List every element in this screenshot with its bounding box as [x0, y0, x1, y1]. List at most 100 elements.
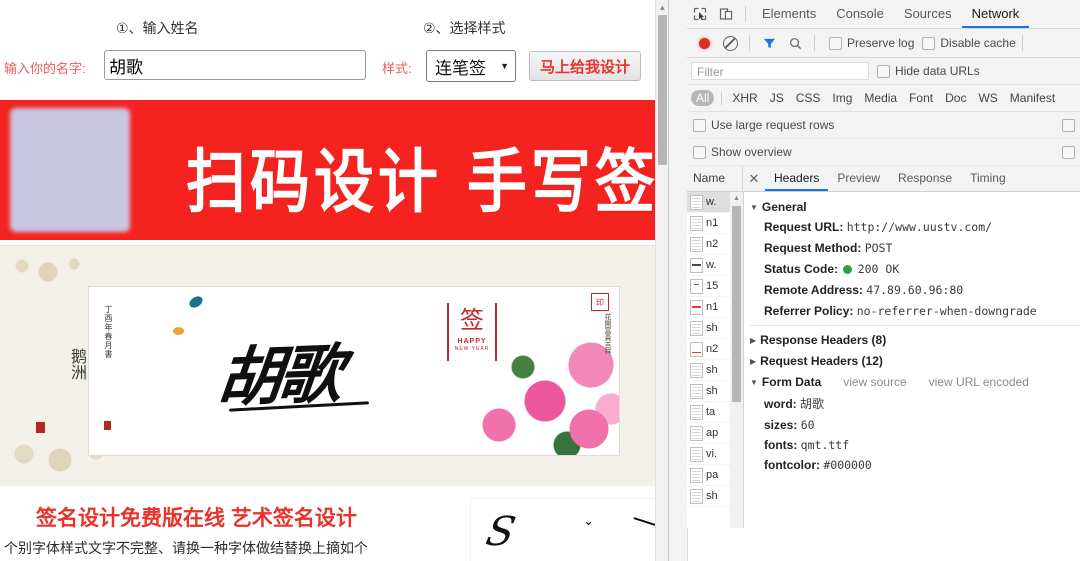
article-signature-thumbnail[interactable]: S ⌄ — [470, 498, 668, 561]
general-referrer-policy-key: Referrer Policy: — [764, 304, 854, 318]
headers-detail-pane: ▼ General Request URL: http://www.uustv.… — [744, 192, 1080, 528]
type-chip-css[interactable]: CSS — [791, 90, 826, 106]
disable-cache-label: Disable cache — [940, 36, 1016, 50]
request-name: ap — [706, 427, 719, 439]
request-list-scroll-up-icon[interactable]: ▲ — [730, 192, 743, 205]
hide-data-urls-label: Hide data URLs — [895, 64, 980, 78]
filter-input[interactable]: Filter — [691, 62, 869, 80]
request-name: n2 — [706, 343, 719, 355]
show-overview-right-box-icon[interactable] — [1062, 146, 1075, 159]
form-data-sizes-value: 60 — [800, 418, 815, 432]
network-body: w. n1 n2 w. 15 n1 sh n2 sh sh ta ap vi. pa sh ▲ ▼ Gene… — [687, 192, 1080, 528]
tab-elements[interactable]: Elements — [752, 0, 826, 28]
request-type-icon — [690, 257, 703, 273]
general-status-code-value: 200 OK — [857, 262, 900, 276]
request-list-scroll-thumb[interactable] — [732, 206, 741, 402]
tab-sources[interactable]: Sources — [894, 0, 962, 28]
name-column-header[interactable]: Name — [687, 166, 743, 191]
type-chip-img[interactable]: Img — [827, 90, 857, 106]
device-toolbar-icon[interactable] — [713, 1, 739, 27]
general-referrer-policy-value: no-referrer-when-downgrade — [856, 304, 1037, 318]
detail-divider — [750, 325, 1080, 326]
request-name: ta — [706, 406, 716, 418]
request-list[interactable]: w. n1 n2 w. 15 n1 sh n2 sh sh ta ap vi. pa sh ▲ — [687, 192, 744, 528]
type-chip-xhr[interactable]: XHR — [727, 90, 762, 106]
general-status-code-key: Status Code: — [764, 262, 839, 276]
type-chip-js[interactable]: JS — [765, 90, 789, 106]
network-toolbar: Preserve log Disable cache — [687, 29, 1080, 58]
general-status-code: Status Code: 200 OK — [764, 262, 1080, 277]
form-data-section[interactable]: ▼ Form Data view source view URL encoded — [750, 375, 1080, 389]
name-input[interactable] — [104, 50, 366, 80]
show-overview-box-icon — [693, 145, 706, 159]
clear-icon[interactable] — [717, 30, 743, 56]
subtab-response[interactable]: Response — [889, 166, 961, 191]
request-type-icon — [690, 404, 703, 420]
network-toolbar-divider-3 — [1021, 35, 1023, 51]
design-submit-button[interactable]: 马上给我设计 — [529, 51, 641, 81]
network-toolbar-divider-2 — [814, 35, 815, 51]
triangle-down-icon-formdata: ▼ — [750, 377, 758, 387]
page-scrollbar[interactable]: ▲ — [655, 0, 668, 561]
type-chip-all[interactable]: All — [691, 90, 715, 106]
preserve-log-checkbox[interactable]: Preserve log — [829, 36, 914, 50]
step-2-label: ②、选择样式 — [423, 20, 506, 36]
type-chip-doc[interactable]: Doc — [940, 90, 971, 106]
triangle-right-icon-request: ▶ — [750, 356, 757, 366]
request-type-icon — [690, 488, 703, 504]
form-data-label: Form Data — [761, 375, 822, 389]
record-icon[interactable] — [691, 30, 717, 56]
request-type-icon — [690, 383, 703, 399]
general-request-method-value: POST — [864, 241, 893, 255]
show-overview-option[interactable]: Show overview — [687, 139, 1080, 166]
view-url-encoded-link[interactable]: view URL encoded — [929, 375, 1029, 389]
view-source-link[interactable]: view source — [843, 375, 906, 389]
type-chip-media[interactable]: Media — [859, 90, 902, 106]
type-chip-ws[interactable]: WS — [973, 90, 1002, 106]
promo-banner[interactable]: 扫码设计 手写签名 — [0, 100, 668, 240]
hide-data-urls-checkbox[interactable]: Hide data URLs — [877, 64, 980, 78]
request-type-icon — [690, 467, 703, 483]
inspect-element-icon[interactable] — [687, 1, 713, 27]
subtab-timing[interactable]: Timing — [961, 166, 1015, 191]
request-name: w. — [706, 259, 717, 271]
request-detail-header: Name ✕ Headers Preview Response Timing — [687, 166, 1080, 192]
disable-cache-checkbox[interactable]: Disable cache — [922, 36, 1016, 50]
subtab-preview[interactable]: Preview — [828, 166, 889, 191]
network-toolbar-divider-1 — [749, 35, 750, 51]
screen: ①、输入姓名 ②、选择样式 输入你的名字: 样式: 连笔签 ▼ 马上给我设计 扫… — [0, 0, 1080, 561]
form-data-sizes: sizes: 60 — [764, 418, 1080, 432]
form-data-fonts-value: qmt.ttf — [800, 438, 850, 452]
general-request-method: Request Method: POST — [764, 241, 1080, 256]
request-headers-section[interactable]: ▶ Request Headers (12) — [750, 354, 1080, 368]
devtools-main: Elements Console Sources Network Preserv… — [687, 0, 1080, 561]
scrollbar-up-arrow-icon[interactable]: ▲ — [656, 0, 668, 14]
search-icon[interactable] — [782, 30, 808, 56]
type-chip-manifest[interactable]: Manifest — [1005, 90, 1060, 106]
signature-side-seal-icon — [104, 421, 111, 430]
scrollbar-thumb[interactable] — [658, 15, 667, 165]
filter-funnel-icon[interactable] — [756, 30, 782, 56]
tab-network[interactable]: Network — [962, 0, 1030, 28]
request-name: 15 — [706, 280, 719, 292]
tab-console[interactable]: Console — [826, 0, 894, 28]
general-request-url-value[interactable]: http://www.uustv.com/ — [847, 220, 992, 234]
use-large-rows-option[interactable]: Use large request rows — [687, 112, 1080, 139]
style-select[interactable]: 连笔签 ▼ — [426, 50, 516, 82]
response-headers-section[interactable]: ▶ Response Headers (8) — [750, 333, 1080, 347]
banner-text: 扫码设计 手写签名 — [186, 142, 668, 223]
request-headers-label: Request Headers (12) — [760, 354, 883, 368]
request-name: n2 — [706, 238, 719, 250]
close-icon[interactable]: ✕ — [743, 171, 765, 187]
request-list-scrollbar[interactable]: ▲ — [730, 192, 743, 528]
type-chip-font[interactable]: Font — [904, 90, 938, 106]
form-data-fonts: fonts: qmt.ttf — [764, 438, 1080, 452]
signature-canvas[interactable]: 丁酉年春月書 胡歌 签 HAPPY NEW YEAR 印 花開富貴吉祥 — [88, 286, 620, 456]
article-title: 签名设计免费版在线 艺术签名设计 — [36, 507, 357, 530]
devtools-left-strip — [669, 0, 688, 561]
request-type-icon — [690, 194, 703, 210]
name-field-label: 输入你的名字: — [4, 61, 86, 76]
use-large-rows-right-box-icon[interactable] — [1062, 119, 1075, 132]
general-section-title[interactable]: ▼ General — [750, 200, 1080, 214]
subtab-headers[interactable]: Headers — [765, 166, 828, 191]
